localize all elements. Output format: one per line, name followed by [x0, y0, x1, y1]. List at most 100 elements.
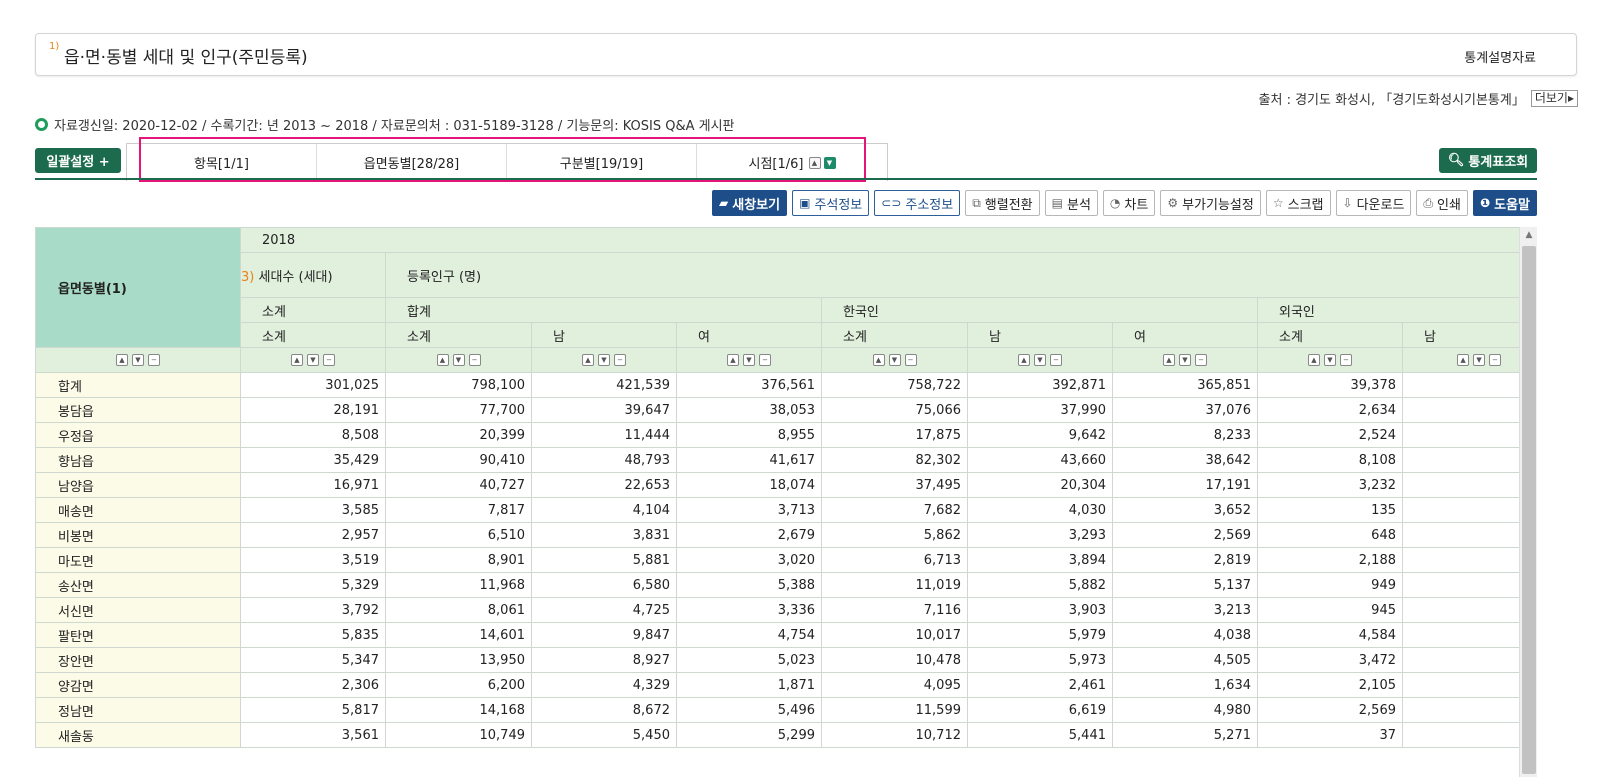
leaf-header-cell: 소계 [240, 322, 386, 348]
sort-up-icon[interactable]: ▲ [727, 354, 739, 366]
sort-up-icon[interactable]: ▲ [436, 354, 449, 366]
more-button[interactable]: 더보기▸ [1530, 90, 1578, 107]
tab-period[interactable]: 시점[1/6] ▲ ▼ [697, 144, 887, 181]
table-cell: 8,927 [531, 647, 677, 673]
table-cell: 8,901 [385, 547, 532, 573]
minus-icon[interactable]: − [148, 354, 160, 366]
population-header: 등록인구 (명) [384, 252, 1519, 298]
scrap-button[interactable]: ☆ 스크랩 [1265, 190, 1331, 216]
sort-down-icon[interactable]: ▼ [888, 354, 901, 366]
table-cell: 5,347 [240, 647, 386, 673]
download-label: 다운로드 [1356, 197, 1405, 213]
star-icon: ☆ [1272, 196, 1284, 210]
table-row: 비봉면 2,957 6,510 3,831 2,679 5,862 3,293 2,569 64… [35, 522, 1519, 548]
sort-up-icon[interactable]: ▲ [1163, 354, 1175, 366]
sort-down-icon[interactable]: ▼ [1034, 354, 1046, 366]
group-header-korean: 한국인 [821, 297, 1258, 323]
households-label: 세대수 (세대) [258, 269, 333, 285]
minus-icon[interactable]: − [1489, 354, 1502, 366]
leaf-header-cell: 여 [1112, 322, 1258, 348]
sort-up-icon[interactable]: ▲ [1018, 354, 1030, 366]
sort-down-icon[interactable]: ▼ [307, 354, 319, 366]
sort-down-icon[interactable]: ▼ [743, 354, 755, 366]
minus-icon[interactable]: − [1195, 354, 1207, 366]
sort-down-icon[interactable]: ▼ [132, 354, 144, 366]
info-line: 자료갱신일: 2020-12-02 / 수록기간: 년 2013 ~ 2018 … [35, 115, 735, 134]
minus-icon[interactable]: − [1340, 354, 1352, 366]
tab-region[interactable]: 읍면동별[28/28] [317, 144, 507, 181]
minus-icon[interactable]: − [1050, 354, 1062, 366]
table-cell: 4,038 [1112, 622, 1258, 648]
stat-explanation-link[interactable]: 통계설명자료 [1464, 47, 1536, 66]
url-info-button[interactable]: ⊂⊃ 주소정보 [874, 190, 961, 216]
table-cell: 11,599 [821, 697, 968, 723]
sort-down-icon[interactable]: ▼ [598, 354, 610, 366]
new-window-button[interactable]: ▰ 새창보기 [712, 190, 788, 216]
sort-up-icon[interactable]: ▲ [872, 354, 885, 366]
sort-up-icon[interactable]: ▲ [1457, 354, 1470, 366]
table-row: 향남읍 35,429 90,410 48,793 41,617 82,302 43,660 3… [35, 447, 1519, 473]
table-cell: 6,580 [531, 572, 677, 598]
scrollbar-thumb[interactable] [1522, 246, 1536, 774]
print-button[interactable]: ⎙ 인쇄 [1416, 190, 1468, 216]
sort-down-icon[interactable]: ▼ [452, 354, 465, 366]
sort-controls: ▲ ▼ − [531, 347, 677, 373]
minus-icon[interactable]: − [323, 354, 335, 366]
scroll-up-icon[interactable]: ▲ [1520, 227, 1538, 244]
tab-category[interactable]: 구분별[19/19] [507, 144, 697, 181]
addon-setting-button[interactable]: ⚙ 부가기능설정 [1160, 190, 1261, 216]
collapse-up-icon[interactable]: ▲ [808, 156, 821, 169]
minus-icon[interactable]: − [904, 354, 917, 366]
minus-icon[interactable]: − [468, 354, 481, 366]
table-cell: 6,510 [385, 522, 532, 548]
table-cell [1401, 572, 1519, 598]
analysis-button[interactable]: ▤ 분석 [1044, 190, 1098, 216]
stat-lookup-button[interactable]: 🔍︎ 통계표조회 [1439, 148, 1537, 173]
tab-item[interactable]: 항목[1/1] [127, 144, 317, 181]
leaf-header-cell: 남 [967, 322, 1113, 348]
transpose-button[interactable]: ⧉ 행렬전환 [965, 190, 1040, 216]
leaf-header-cell: 소계 [1257, 322, 1403, 348]
table-cell: 9,847 [531, 622, 677, 648]
leaf-header-cell: 여 [676, 322, 822, 348]
sort-down-icon[interactable]: ▼ [1324, 354, 1336, 366]
expand-down-icon[interactable]: ▼ [823, 156, 836, 169]
sort-up-icon[interactable]: ▲ [582, 354, 594, 366]
row-label: 팔탄면 [35, 622, 241, 648]
table-cell: 4,754 [676, 622, 822, 648]
table-cell: 7,682 [821, 497, 968, 523]
sort-up-icon[interactable]: ▲ [116, 354, 128, 366]
table-row: 봉담읍 28,191 77,700 39,647 38,053 75,066 37,990 3… [35, 397, 1519, 423]
footnote-3[interactable]: 3) [242, 270, 255, 285]
sort-down-icon[interactable]: ▼ [1473, 354, 1486, 366]
table-cell: 3,561 [240, 722, 386, 748]
title-footnote[interactable]: 1) [49, 41, 59, 52]
table-cell: 90,410 [385, 447, 532, 473]
minus-icon[interactable]: − [759, 354, 771, 366]
sort-down-icon[interactable]: ▼ [1179, 354, 1191, 366]
chart-icon: ◔ [1109, 196, 1121, 210]
table-row: 양감면 2,306 6,200 4,329 1,871 4,095 2,461 1,634 2,… [35, 672, 1519, 698]
table-cell: 3,213 [1112, 597, 1258, 623]
minus-icon[interactable]: − [614, 354, 626, 366]
annotation-button[interactable]: ▣ 주석정보 [792, 190, 870, 216]
source-text: 출처 : 경기도 화성시, 「경기도화성시기본통계」 [1258, 93, 1525, 108]
sort-up-icon[interactable]: ▲ [1308, 354, 1320, 366]
bulk-setting-button[interactable]: 일괄설정 + [35, 148, 121, 173]
search-icon: 🔍︎ [1447, 153, 1465, 168]
info-text: 자료갱신일: 2020-12-02 / 수록기간: 년 2013 ~ 2018 … [54, 119, 735, 134]
row-header-title: 읍면동별(1) [35, 227, 241, 348]
data-table-container: 읍면동별(1) 2018 3) 세대수 (세대) 등록인구 (명) 소계 합계 … [35, 227, 1519, 777]
stat-lookup-label: 통계표조회 [1468, 155, 1529, 170]
help-button[interactable]: ❶ 도움말 [1472, 190, 1537, 216]
table-cell: 20,399 [385, 422, 532, 448]
sort-up-icon[interactable]: ▲ [291, 354, 303, 366]
download-button[interactable]: ⇩ 다운로드 [1335, 190, 1412, 216]
vertical-scrollbar[interactable]: ▲ [1519, 227, 1537, 777]
table-cell: 2,569 [1257, 697, 1403, 723]
table-cell: 8,061 [385, 597, 532, 623]
row-label: 장안면 [35, 647, 241, 673]
scrap-label: 스크랩 [1287, 197, 1324, 213]
toolbar: ▰ 새창보기 ▣ 주석정보 ⊂⊃ 주소정보 ⧉ 행렬전환 ▤ 분석 ◔ 차트 ⚙ 부가기능설정… [712, 190, 1537, 216]
chart-button[interactable]: ◔ 차트 [1102, 190, 1156, 216]
